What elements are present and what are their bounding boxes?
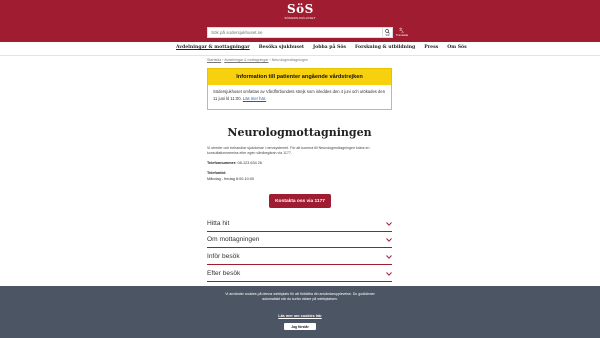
strike-alert: Information till patienter angående vård…: [207, 68, 392, 110]
contact-1177-button[interactable]: Kontakta oss via 1177: [269, 194, 331, 208]
alert-text: Södersjukhuset omfattas av Vårdförbundet…: [213, 89, 386, 101]
search-button[interactable]: Sök: [382, 28, 392, 37]
cookie-info-link[interactable]: Läs mer om cookies här: [0, 314, 600, 318]
breadcrumb-link-departments[interactable]: Avdelningar & mottagningar: [224, 58, 268, 62]
nav-item-about[interactable]: Om Sös: [447, 45, 466, 50]
accordion-label: Hitta hit: [207, 220, 230, 227]
nav-item-departments[interactable]: Avdelningar & mottagningar: [176, 45, 250, 50]
accordion-find-us[interactable]: Hitta hit: [207, 216, 392, 232]
accordion-after-visit[interactable]: Efter besök: [207, 266, 392, 282]
search-button-label: Sök: [385, 33, 390, 37]
alert-body: Södersjukhuset omfattas av Vårdförbundet…: [208, 85, 391, 106]
nav-item-visit[interactable]: Besöka sjukhuset: [259, 45, 304, 50]
alert-read-more-link[interactable]: Läs mer här.: [243, 96, 266, 101]
phone-hours: Måndag - fredag 8:00-10:00: [207, 177, 255, 181]
chevron-down-icon: [386, 221, 392, 226]
search-bar: Sök: [207, 27, 393, 38]
cookie-accept-button[interactable]: Jag förstår: [284, 323, 316, 330]
breadcrumb-link-home[interactable]: Startsida: [207, 58, 221, 62]
alert-heading: Information till patienter angående vård…: [208, 69, 391, 85]
accordion-label: Inför besök: [207, 253, 240, 260]
translate-label: Translate: [395, 33, 409, 37]
site-header: SöS SÖDERSJUKHUSET Sök 文A Translate: [0, 0, 600, 42]
site-logo[interactable]: SöS SÖDERSJUKHUSET: [284, 2, 315, 21]
nav-item-press[interactable]: Press: [424, 45, 438, 50]
cookie-banner: Vi använder cookies på denna webbplats f…: [0, 286, 600, 338]
phone-number[interactable]: 08-123 634 26: [238, 161, 263, 165]
logo-subtitle: SÖDERSJUKHUSET: [284, 16, 316, 20]
breadcrumb: Startsida › Avdelningar & mottagningar ›…: [207, 58, 309, 62]
search-input[interactable]: [208, 28, 382, 37]
phone-label: Telefonnummer:: [207, 161, 237, 165]
translate-button[interactable]: 文A Translate: [395, 27, 409, 39]
nav-items: Avdelningar & mottagningar Besöka sjukhu…: [176, 45, 467, 50]
phone-hours-label: Telefontid:: [207, 171, 227, 175]
cookie-text: Vi använder cookies på denna webbplats f…: [225, 292, 375, 301]
chevron-down-icon: [386, 254, 392, 259]
intro-text: Vi utreder och behandlar sjukdomar i ner…: [207, 146, 370, 155]
accordion-before-visit[interactable]: Inför besök: [207, 249, 392, 265]
accordion-label: Efter besök: [207, 270, 241, 277]
chevron-down-icon: [386, 271, 392, 276]
accordion-label: Om mottagningen: [207, 236, 260, 243]
nav-item-jobs[interactable]: Jobba på Sös: [313, 45, 346, 50]
chevron-down-icon: [386, 237, 392, 242]
page-title: Neurologmottagningen: [227, 126, 372, 139]
nav-item-research[interactable]: Forskning & utbildning: [355, 45, 415, 50]
breadcrumb-current: Neurologmottagningen: [271, 58, 309, 62]
main-nav: Avdelningar & mottagningar Besöka sjukhu…: [0, 42, 600, 56]
phone-line: Telefonnummer: 08-123 634 26: [207, 161, 262, 165]
logo-mark: SöS: [287, 2, 314, 16]
accordion-about[interactable]: Om mottagningen: [207, 232, 392, 248]
